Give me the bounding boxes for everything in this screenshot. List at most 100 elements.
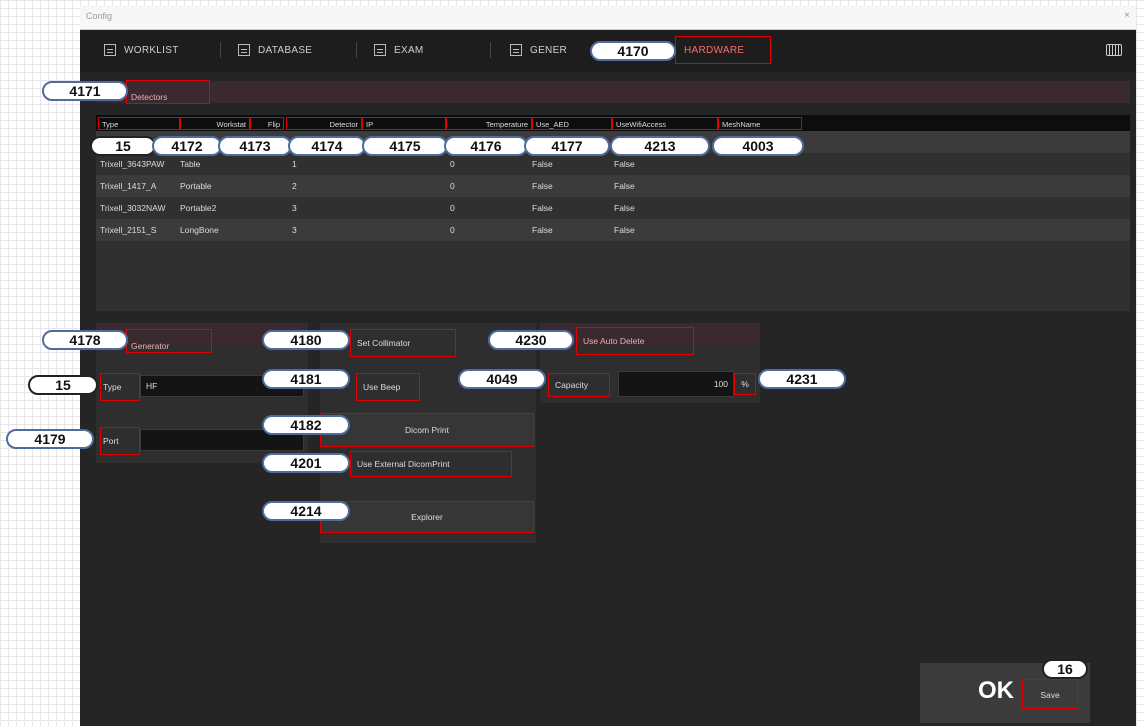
set-collimator-checkbox[interactable]: Set Collimator	[350, 329, 456, 357]
table-cell: False	[614, 181, 635, 191]
keyboard-icon[interactable]	[1106, 44, 1122, 56]
table-cell: False	[532, 225, 553, 235]
table-cell: Table	[180, 159, 201, 169]
table-cell: False	[614, 225, 635, 235]
col-detector[interactable]: Detector	[286, 117, 362, 130]
title-bar: Config ×	[80, 5, 1136, 30]
table-cell: 1	[292, 159, 297, 169]
callout-15-generator-type: 15	[28, 375, 98, 395]
exam-icon	[374, 44, 386, 56]
callout-4180: 4180	[262, 330, 350, 350]
table-cell: False	[614, 203, 635, 213]
dicom-print-button[interactable]: Dicom Print	[320, 413, 534, 447]
callout-4175: 4175	[362, 136, 448, 156]
callout-4173: 4173	[218, 136, 292, 156]
table-cell: Trixell_3032NAW	[100, 203, 166, 213]
callout-4003: 4003	[712, 136, 804, 156]
tab-label: HARDWARE	[684, 44, 745, 56]
callout-4176: 4176	[444, 136, 528, 156]
table-cell: False	[614, 159, 635, 169]
generator-title-box: Generator	[126, 329, 212, 353]
grid-header: Type Workstat Flip Detector IP Temperatu…	[96, 115, 1130, 131]
generator-type-label-box: Type	[100, 373, 140, 401]
callout-16: 16	[1042, 659, 1088, 679]
save-button[interactable]: Save	[1022, 679, 1078, 709]
table-cell: False	[532, 203, 553, 213]
table-cell: 3	[292, 225, 297, 235]
general-icon	[510, 44, 522, 56]
table-cell: 0	[450, 181, 455, 191]
callout-4231: 4231	[758, 369, 846, 389]
callout-4182: 4182	[262, 415, 350, 435]
tab-exam[interactable]: EXAM	[374, 38, 424, 62]
table-cell: Trixell_2151_S	[100, 225, 157, 235]
capacity-label: Capacity	[548, 373, 610, 397]
tab-label: DATABASE	[258, 44, 313, 56]
tab-divider	[490, 42, 491, 58]
callout-4201: 4201	[262, 453, 350, 473]
table-cell: 3	[292, 203, 297, 213]
callout-4049: 4049	[458, 369, 546, 389]
callout-4181: 4181	[262, 369, 350, 389]
col-mesh-name[interactable]: MeshName	[718, 117, 802, 130]
table-cell: Trixell_3643PAW	[100, 159, 165, 169]
tab-label: EXAM	[394, 44, 424, 56]
capacity-unit: %	[734, 373, 756, 395]
col-use-wifi-access[interactable]: UseWifiAccess	[612, 117, 718, 130]
callout-4230: 4230	[488, 330, 574, 350]
table-row[interactable]: Trixell_2151_S LongBone 3 0 False False	[96, 219, 1130, 241]
callout-4170: 4170	[590, 41, 676, 61]
table-cell: 0	[450, 225, 455, 235]
database-icon	[238, 44, 250, 56]
callout-4179: 4179	[6, 429, 94, 449]
generator-title: Generator	[131, 341, 170, 351]
table-row[interactable]: Trixell_3032NAW Portable2 3 0 False False	[96, 197, 1130, 219]
callout-4171: 4171	[42, 81, 128, 101]
options-panel: Set Collimator Use Beep Dicom Print Use …	[320, 323, 536, 543]
col-type[interactable]: Type	[98, 117, 180, 130]
capacity-field[interactable]: 100	[618, 371, 734, 397]
use-external-dicomprint-checkbox[interactable]: Use External DicomPrint	[350, 451, 512, 477]
table-cell: LongBone	[180, 225, 219, 235]
col-ip[interactable]: IP	[362, 117, 446, 130]
tab-database[interactable]: DATABASE	[238, 38, 312, 62]
use-beep-checkbox[interactable]: Use Beep	[356, 373, 420, 401]
tab-label: GENER	[530, 44, 568, 56]
tab-divider	[356, 42, 357, 58]
col-use-aed[interactable]: Use_AED	[532, 117, 612, 130]
callout-4178: 4178	[42, 330, 128, 350]
explorer-button[interactable]: Explorer	[320, 501, 534, 533]
callout-4177: 4177	[524, 136, 610, 156]
detectors-title-box: Detectors	[126, 80, 210, 104]
use-auto-delete-checkbox[interactable]: Use Auto Delete	[576, 327, 694, 355]
table-cell: 0	[450, 159, 455, 169]
config-window: Config × WORKLIST DATABASE EXAM GENER HA…	[80, 5, 1136, 726]
table-cell: Portable2	[180, 203, 217, 213]
table-cell: Trixell_1417_A	[100, 181, 157, 191]
table-row[interactable]: Trixell_1417_A Portable 2 0 False False	[96, 175, 1130, 197]
callout-4174: 4174	[288, 136, 366, 156]
generator-type-label: Type	[103, 382, 122, 392]
tab-worklist[interactable]: WORKLIST	[104, 38, 179, 62]
generator-port-label-box: Port	[100, 427, 140, 455]
col-flip[interactable]: Flip	[250, 117, 284, 130]
detectors-section-header	[96, 81, 1130, 103]
window-title: Config	[86, 11, 113, 21]
tab-divider	[220, 42, 221, 58]
tab-label: WORKLIST	[124, 44, 179, 56]
detectors-title: Detectors	[131, 92, 168, 102]
col-temperature[interactable]: Temperature	[446, 117, 532, 130]
callout-4172: 4172	[152, 136, 222, 156]
close-icon[interactable]: ×	[1124, 10, 1130, 21]
generator-port-label: Port	[103, 436, 119, 446]
table-cell: False	[532, 181, 553, 191]
table-cell: False	[532, 159, 553, 169]
callout-4213: 4213	[610, 136, 710, 156]
tab-general[interactable]: GENER	[510, 38, 567, 62]
table-cell: Portable	[180, 181, 212, 191]
tab-hardware[interactable]: HARDWARE	[675, 36, 771, 64]
ok-label: OK	[978, 677, 1014, 704]
col-workstat[interactable]: Workstat	[180, 117, 250, 130]
table-cell: 2	[292, 181, 297, 191]
table-row[interactable]: Trixell_3643PAW Table 1 0 False False	[96, 153, 1130, 175]
